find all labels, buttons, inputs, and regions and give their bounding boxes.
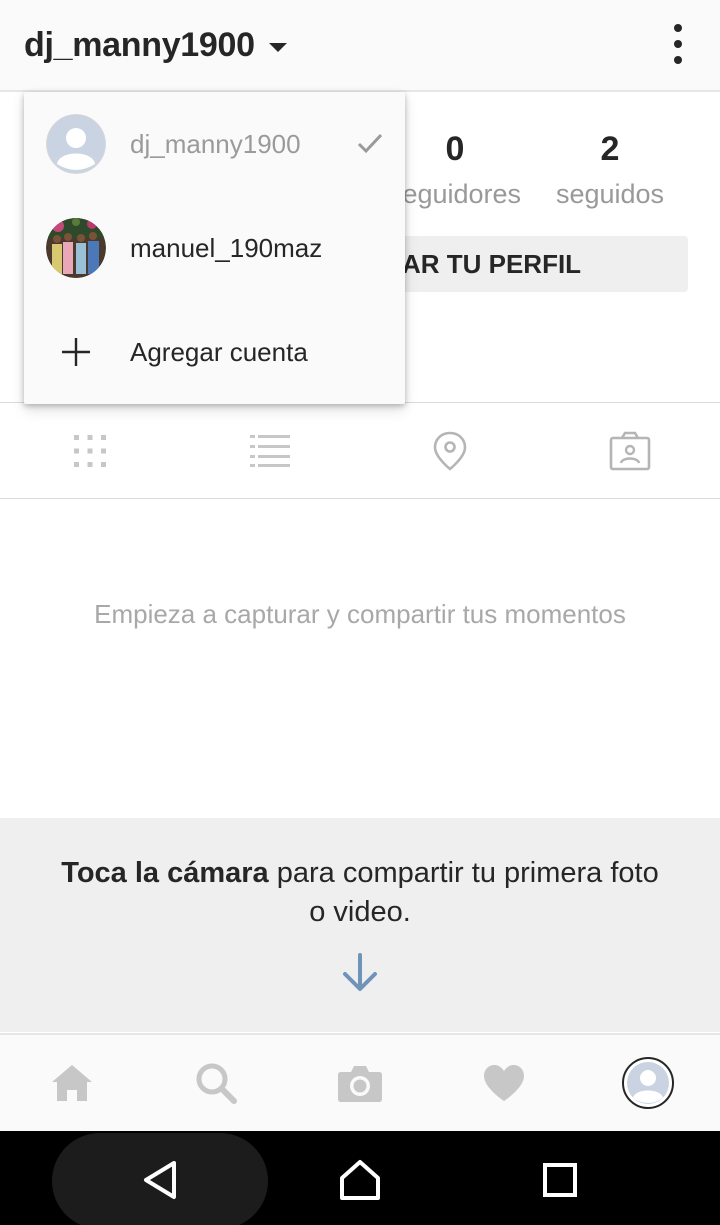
system-navigation-bar: [0, 1131, 720, 1225]
add-account-item[interactable]: Agregar cuenta: [24, 300, 405, 404]
search-icon: [196, 1063, 237, 1104]
account-item-other[interactable]: manuel_190maz: [24, 196, 405, 300]
system-home-button[interactable]: [330, 1153, 390, 1207]
tab-map[interactable]: [360, 403, 540, 498]
add-account-label: Agregar cuenta: [130, 336, 308, 367]
profile-stats: 0 seguidores 2 seguidos: [389, 130, 690, 230]
tab-tagged[interactable]: [540, 403, 720, 498]
recents-square-icon: [543, 1163, 577, 1197]
nav-activity[interactable]: [432, 1035, 576, 1131]
top-bar: dj_manny1900: [0, 0, 720, 92]
following-count: 2: [600, 130, 620, 168]
default-avatar: [46, 114, 106, 174]
bottom-navigation: [0, 1033, 720, 1131]
account-dropdown: dj_manny1900 manuel_190maz Agregar cuent…: [24, 92, 405, 404]
profile-icon: [622, 1057, 674, 1109]
home-outline-icon: [340, 1160, 380, 1200]
account-name: dj_manny1900: [130, 128, 301, 159]
empty-state-message: Empieza a capturar y compartir tus momen…: [94, 599, 626, 629]
edit-profile-button[interactable]: TAR TU PERFIL: [370, 236, 688, 292]
account-item-current[interactable]: dj_manny1900: [24, 92, 405, 196]
profile-view-tabs: [0, 403, 720, 498]
promo-bold: Toca la cámara: [61, 857, 269, 889]
nav-home[interactable]: [0, 1035, 144, 1131]
back-triangle-icon: [144, 1161, 176, 1199]
tab-grid[interactable]: [0, 403, 180, 498]
chevron-down-icon: [268, 42, 287, 52]
grid-icon: [74, 434, 106, 467]
following-label: seguidos: [555, 179, 665, 209]
tab-list[interactable]: [180, 403, 360, 498]
following-stat[interactable]: 2 seguidos: [542, 130, 678, 210]
camera-icon: [338, 1066, 382, 1102]
nav-profile[interactable]: [576, 1035, 720, 1131]
plus-icon-wrap: [46, 336, 106, 368]
checkmark-icon: [357, 133, 383, 154]
account-switcher[interactable]: dj_manny1900: [24, 22, 287, 68]
home-icon: [52, 1065, 92, 1101]
system-recents-button[interactable]: [530, 1155, 590, 1205]
account-name: manuel_190maz: [130, 232, 323, 263]
overflow-menu-icon[interactable]: [666, 24, 690, 64]
plus-icon: [62, 338, 90, 366]
location-pin-icon: [433, 431, 467, 471]
nav-camera[interactable]: [288, 1035, 432, 1131]
divider: [0, 498, 720, 499]
camera-promo: Toca la cámara para compartir tu primera…: [0, 818, 720, 1032]
nav-search[interactable]: [144, 1035, 288, 1131]
photo-avatar: [46, 218, 106, 278]
heart-icon: [484, 1065, 524, 1101]
list-icon: [250, 434, 290, 467]
header-username: dj_manny1900: [24, 25, 255, 64]
arrow-down-icon: [343, 953, 377, 991]
system-back-button[interactable]: [130, 1155, 190, 1205]
promo-rest: para compartir tu primera foto o video.: [268, 857, 659, 928]
promo-text: Toca la cámara para compartir tu primera…: [60, 854, 660, 932]
tagged-icon: [609, 431, 651, 470]
